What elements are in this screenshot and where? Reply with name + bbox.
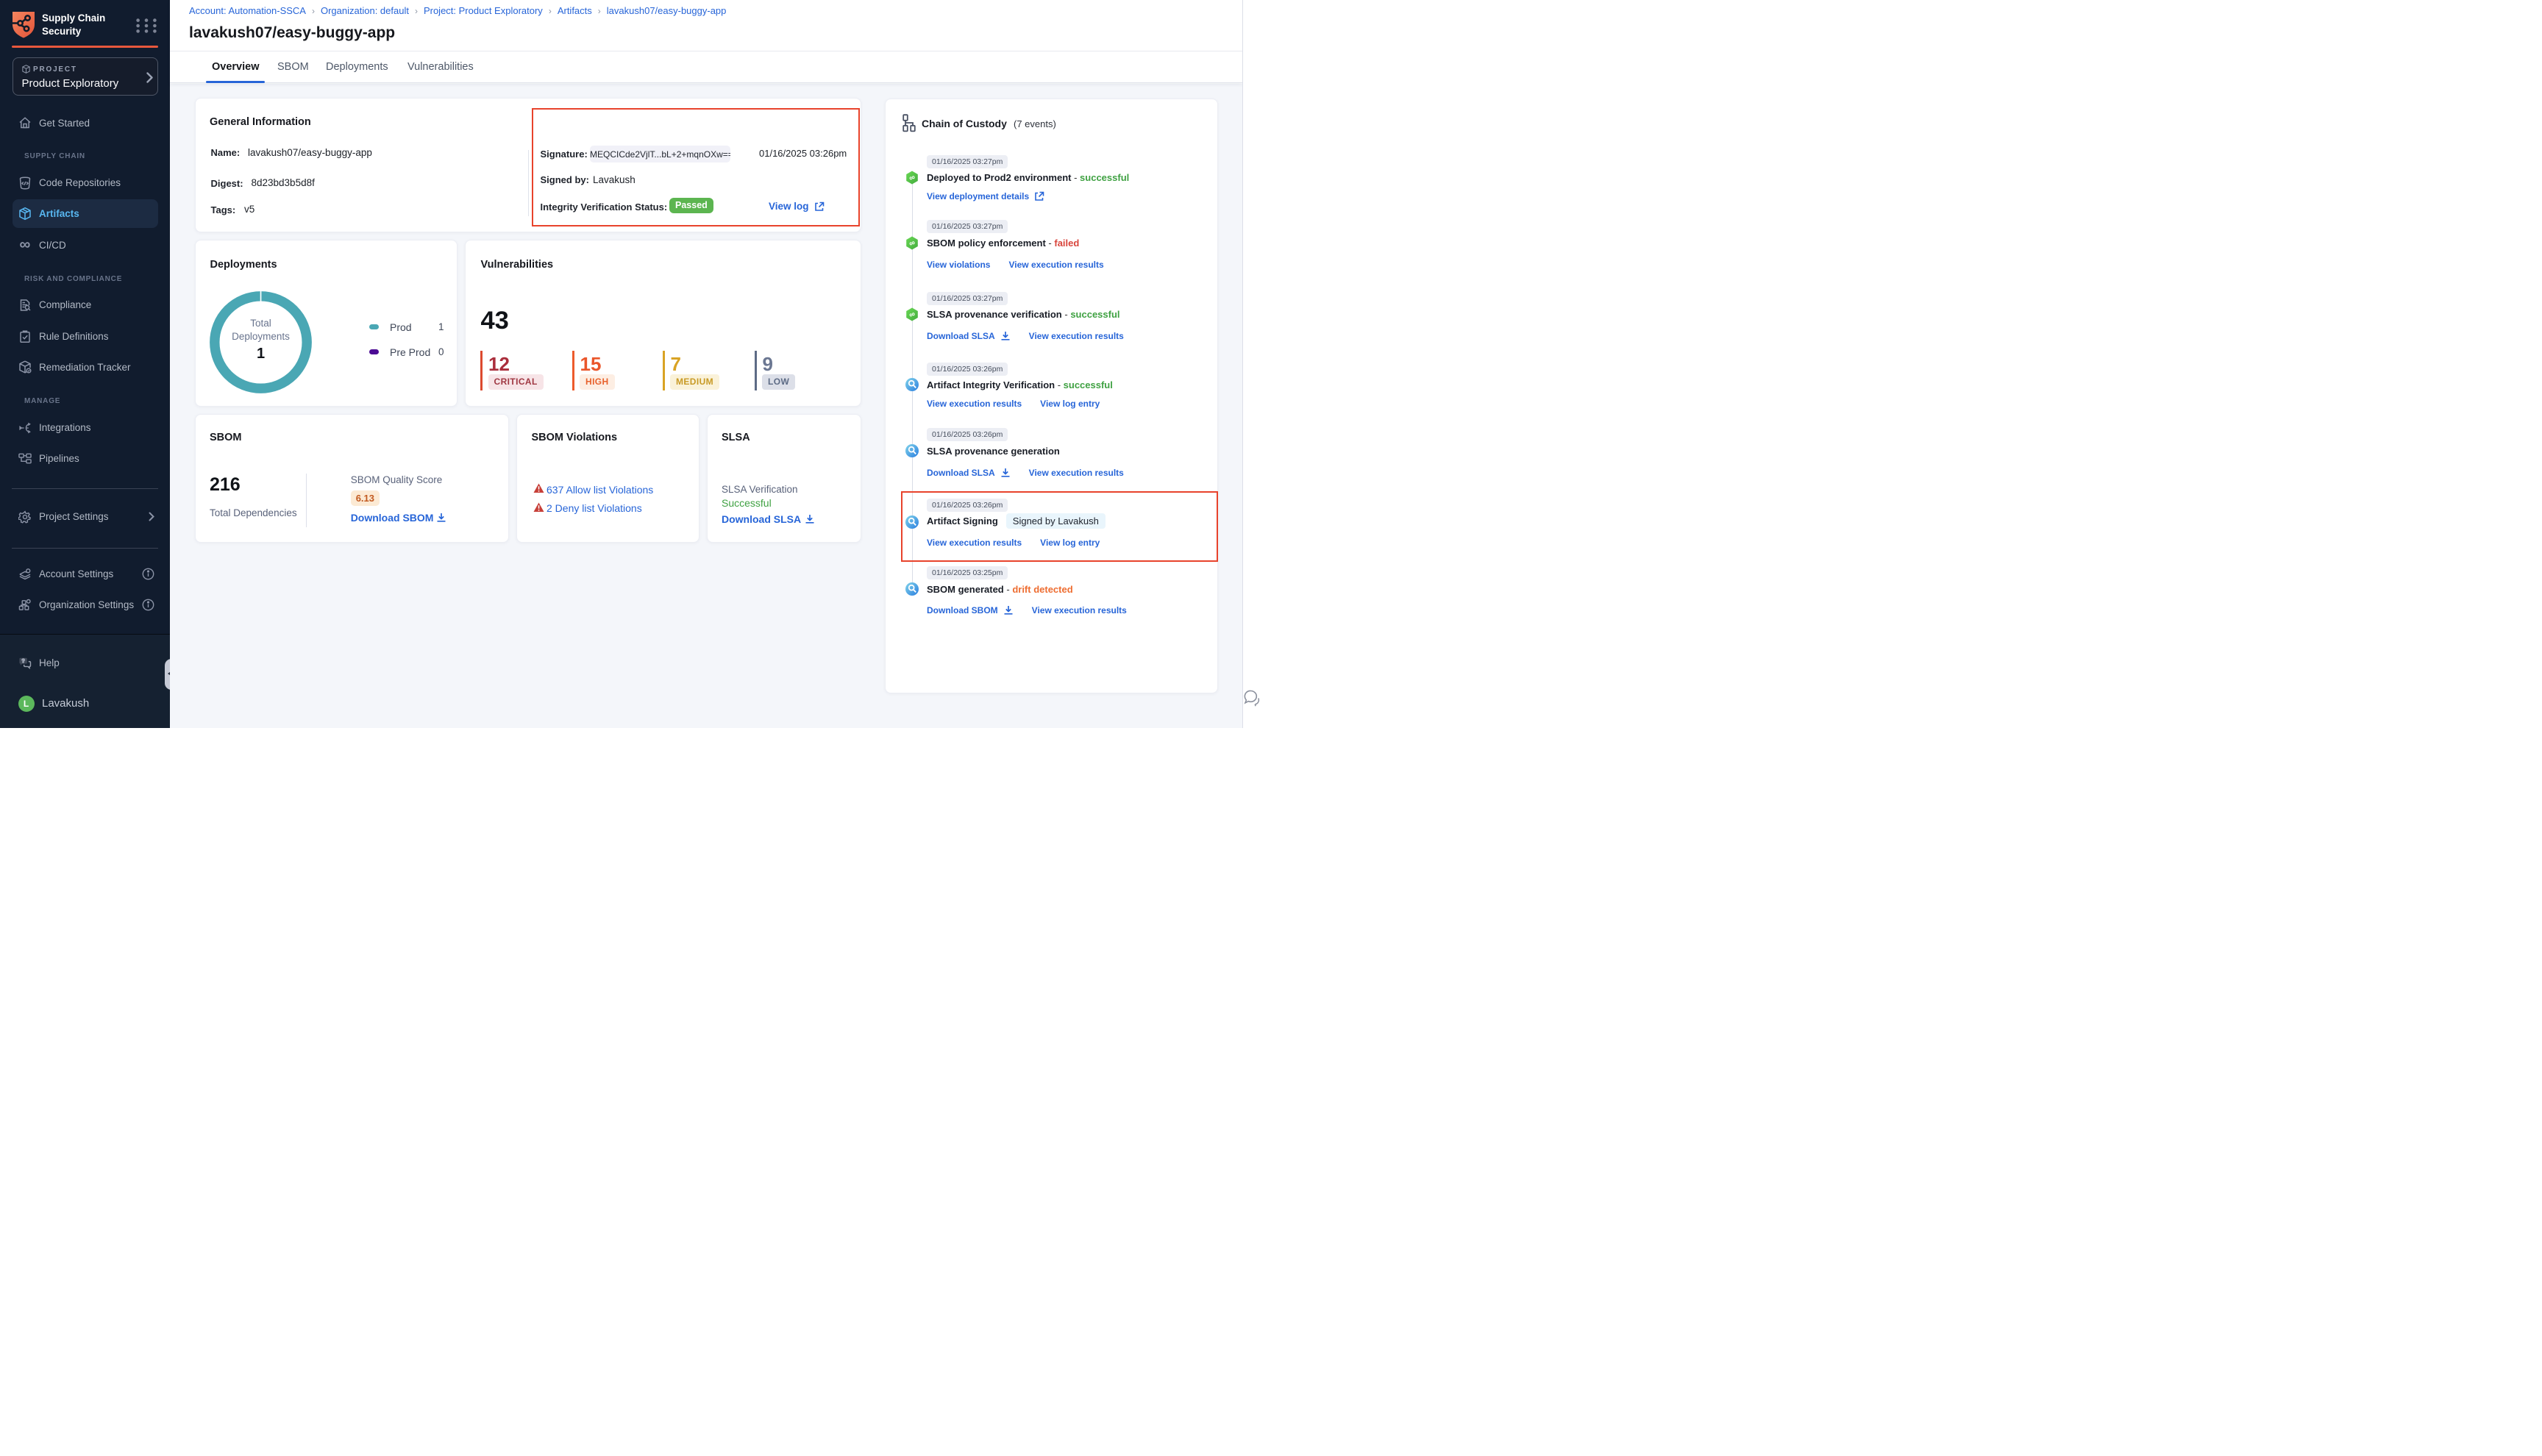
svg-text:?: ?	[21, 658, 24, 664]
